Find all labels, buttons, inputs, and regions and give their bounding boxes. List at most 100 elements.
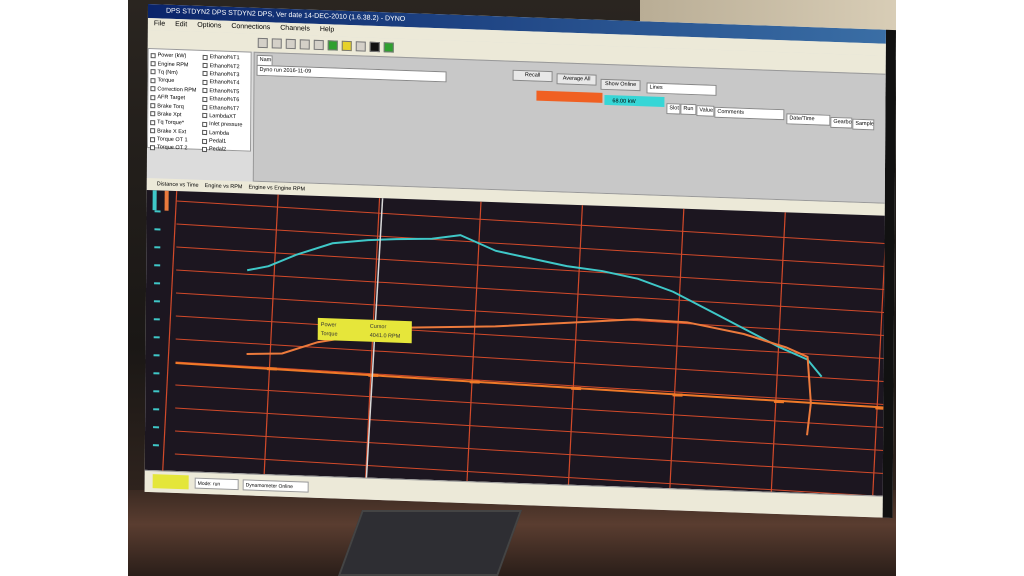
x-tick-label: [571, 386, 582, 391]
channel-label: Torque: [157, 77, 175, 85]
run-control-panel: Name Dyno run 2016-11-09 Recall Average …: [252, 51, 896, 205]
power-axis-marker: [152, 190, 157, 211]
axis-tick: [153, 336, 160, 339]
slot-header: Slot: [666, 103, 681, 115]
x-tick-label: [469, 380, 480, 384]
grid-horizontal: [176, 246, 895, 291]
checkbox-icon[interactable]: [202, 96, 208, 102]
grid-horizontal: [175, 384, 894, 429]
channel-label: Brake Torq: [157, 102, 184, 110]
channel-label: Tq (Nm): [157, 69, 178, 77]
checkbox-icon[interactable]: [202, 88, 208, 94]
open-icon[interactable]: [257, 37, 268, 49]
checkbox-icon[interactable]: [202, 54, 208, 60]
channel-label: Ethanol%T5: [209, 87, 240, 95]
grid-horizontal: [175, 407, 894, 452]
x-tick-label: [266, 367, 277, 371]
channel-label: Torque OT 1: [157, 136, 188, 144]
checkbox-icon[interactable]: [202, 121, 208, 127]
checkbox-icon[interactable]: [202, 138, 208, 144]
recall-button[interactable]: Recall: [512, 69, 553, 83]
cursor-row-value: Cursor: [370, 324, 387, 331]
checkbox-icon[interactable]: [149, 145, 156, 151]
dyno-graph[interactable]: Power Cursor Torque 4041.0 RPM: [144, 189, 895, 498]
menu-help[interactable]: Help: [320, 24, 334, 37]
channel-label: Ethanol%T4: [209, 79, 240, 87]
comments-header: Comments: [714, 106, 785, 121]
channel-label: Engine RPM: [157, 60, 189, 68]
grid-vertical: [669, 208, 685, 489]
online-icon[interactable]: [383, 42, 394, 53]
checkbox-icon[interactable]: [150, 111, 156, 117]
channel-item[interactable]: Torque OT 2: [149, 143, 196, 153]
channel-label: AFR Target: [157, 94, 186, 102]
display-select[interactable]: Lines: [646, 82, 717, 96]
menu-options[interactable]: Options: [197, 20, 221, 33]
menu-connections[interactable]: Connections: [231, 21, 270, 34]
sample-header: Sample: [852, 118, 875, 131]
x-tick-label: [875, 406, 886, 410]
checkbox-icon[interactable]: [150, 136, 156, 142]
folder-icon[interactable]: [355, 41, 366, 52]
warning-icon[interactable]: [341, 40, 352, 52]
grid-vertical: [872, 215, 888, 496]
menu-edit[interactable]: Edit: [175, 19, 187, 31]
show-online-button[interactable]: Show Online: [600, 78, 641, 92]
x-tick-label: [672, 393, 683, 397]
dyno-chart-svg[interactable]: Power Cursor Torque 4041.0 RPM: [145, 190, 895, 498]
checkbox-icon[interactable]: [150, 94, 156, 100]
channel-value: 68.00 kW: [612, 98, 636, 106]
checkbox-icon[interactable]: [202, 113, 208, 119]
zoom-icon[interactable]: [299, 39, 310, 50]
axis-tick: [154, 228, 161, 231]
print-icon[interactable]: [285, 38, 296, 50]
grid-vertical: [567, 205, 584, 485]
checkbox-icon[interactable]: [202, 130, 208, 136]
tools-icon[interactable]: [313, 39, 324, 51]
channel-item[interactable]: Pedal2: [201, 145, 242, 155]
cursor-row-value: 4041.0 RPM: [370, 333, 401, 340]
axis-tick: [153, 372, 160, 375]
axis-tick: [154, 210, 161, 213]
checkbox-icon[interactable]: [150, 69, 156, 75]
axis-tick: [154, 246, 161, 249]
grid-vertical: [162, 190, 178, 471]
checkbox-icon[interactable]: [150, 61, 156, 67]
save-icon[interactable]: [271, 38, 282, 49]
checkbox-icon[interactable]: [150, 103, 156, 109]
x-tick-label: [773, 399, 784, 404]
checkbox-icon[interactable]: [201, 146, 208, 153]
channel-label: Torque OT 2: [156, 144, 188, 152]
axis-tick: [153, 318, 160, 321]
status-indicator: [152, 474, 189, 490]
axis-tick: [153, 408, 160, 411]
checkbox-icon[interactable]: [150, 128, 156, 134]
keyboard: [337, 510, 523, 576]
average-button[interactable]: Average All: [556, 73, 597, 86]
checkbox-icon[interactable]: [202, 79, 208, 85]
axis-tick: [153, 390, 160, 393]
grid-horizontal: [175, 430, 893, 475]
channel-list: Power (kW) Engine RPM Tq (Nm) Torque Correct…: [146, 47, 252, 155]
menu-channels[interactable]: Channels: [280, 23, 310, 36]
grid-horizontal: [175, 338, 894, 383]
checkbox-icon[interactable]: [150, 77, 156, 84]
channel-label: Pedal2: [208, 146, 227, 154]
torque-axis-marker: [164, 190, 169, 211]
stop-icon[interactable]: [369, 41, 380, 53]
channel-label: Ethanol%T6: [209, 96, 240, 104]
torque-color-swatch: [536, 90, 603, 103]
checkbox-icon[interactable]: [150, 86, 156, 92]
checkbox-icon[interactable]: [150, 52, 156, 58]
checkbox-icon[interactable]: [202, 71, 208, 77]
checkbox-icon[interactable]: [202, 62, 208, 69]
channel-label: Inlet pressure: [209, 121, 243, 129]
channel-label: Ethanol%T1: [209, 54, 240, 62]
run-name-field[interactable]: Dyno run 2016-11-09: [256, 64, 447, 83]
menu-file[interactable]: File: [154, 18, 165, 30]
status-mode: Mode: run: [194, 477, 239, 491]
axis-tick: [153, 426, 160, 429]
checkbox-icon[interactable]: [150, 119, 156, 126]
run-icon[interactable]: [327, 40, 338, 51]
checkbox-icon[interactable]: [202, 104, 208, 111]
